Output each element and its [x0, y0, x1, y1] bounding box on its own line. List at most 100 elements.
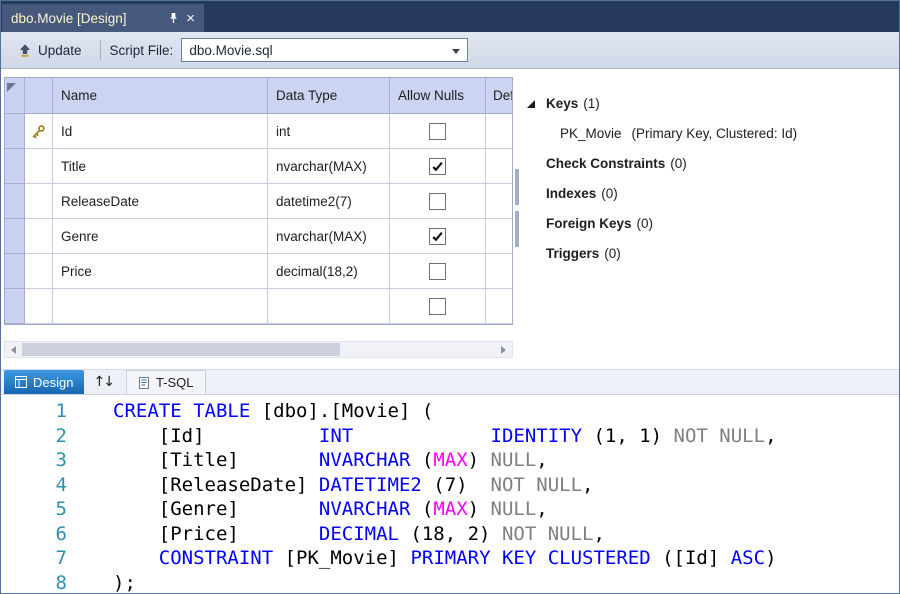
script-file-combobox[interactable]: dbo.Movie.sql	[181, 38, 468, 62]
data-type-cell[interactable]: decimal(18,2)	[268, 254, 390, 289]
grid-corner-cell[interactable]	[5, 78, 25, 114]
splitter-grip	[515, 211, 519, 247]
document-tab-bar: dbo.Movie [Design] ×	[1, 1, 899, 32]
close-icon[interactable]: ×	[186, 11, 195, 26]
props-section-count: (0)	[670, 156, 687, 171]
props-section-indexes[interactable]: Indexes(0)	[520, 183, 895, 204]
row-selector[interactable]	[5, 289, 25, 324]
column-name-cell[interactable]: Id	[53, 114, 268, 149]
horizontal-scrollbar[interactable]	[4, 341, 513, 358]
data-type-cell[interactable]: datetime2(7)	[268, 184, 390, 219]
allow-nulls-cell	[390, 149, 486, 184]
line-number: 5	[1, 497, 67, 522]
allow-nulls-checkbox[interactable]	[429, 298, 446, 315]
table-row[interactable]	[5, 289, 512, 324]
code-text: [Id] INT IDENTITY (1, 1) NOT NULL,	[113, 424, 777, 449]
props-section-foreign-keys[interactable]: Foreign Keys (0)	[520, 213, 895, 234]
code-line[interactable]: 6 [Price] DECIMAL (18, 2) NOT NULL,	[1, 522, 899, 547]
row-selector[interactable]	[5, 219, 25, 254]
code-text: CONSTRAINT [PK_Movie] PRIMARY KEY CLUSTE…	[113, 546, 777, 571]
data-type-cell[interactable]: nvarchar(MAX)	[268, 219, 390, 254]
table-designer-window: dbo.Movie [Design] × Update Script File:…	[0, 0, 900, 594]
default-cell[interactable]	[486, 114, 512, 149]
expanded-triangle-icon[interactable]	[526, 99, 546, 109]
data-type-cell[interactable]: nvarchar(MAX)	[268, 149, 390, 184]
row-selector[interactable]	[5, 184, 25, 219]
allow-nulls-checkbox[interactable]	[429, 263, 446, 280]
code-line[interactable]: 5 [Genre] NVARCHAR (MAX) NULL,	[1, 497, 899, 522]
line-number: 2	[1, 424, 67, 449]
grid-header-name[interactable]: Name	[53, 78, 268, 114]
table-row[interactable]: Genrenvarchar(MAX)	[5, 219, 512, 254]
props-section-count: (0)	[637, 216, 654, 231]
tab-tsql[interactable]: T-SQL	[126, 370, 206, 394]
tab-dbo-movie-design[interactable]: dbo.Movie [Design] ×	[2, 4, 204, 32]
default-cell[interactable]	[486, 254, 512, 289]
row-selector[interactable]	[5, 114, 25, 149]
key-cell	[25, 149, 53, 184]
props-section-keys[interactable]: Keys(1)	[520, 93, 895, 114]
props-section-count: (1)	[583, 96, 600, 111]
table-row[interactable]: Idint	[5, 114, 512, 149]
table-row[interactable]: Titlenvarchar(MAX)	[5, 149, 512, 184]
scroll-right-icon[interactable]	[495, 342, 512, 357]
grid-header-default[interactable]: Default	[486, 78, 512, 114]
code-line[interactable]: 4 [ReleaseDate] DATETIME2 (7) NOT NULL,	[1, 473, 899, 498]
props-item-pk-movie[interactable]: PK_Movie(Primary Key, Clustered: Id)	[560, 123, 895, 144]
tsql-editor[interactable]: 1CREATE TABLE [dbo].[Movie] (2 [Id] INT …	[1, 394, 899, 594]
line-number: 4	[1, 473, 67, 498]
code-line[interactable]: 2 [Id] INT IDENTITY (1, 1) NOT NULL,	[1, 424, 899, 449]
grid-header-data-type[interactable]: Data Type	[268, 78, 390, 114]
sql-script-icon	[138, 377, 150, 389]
document-tab-title: dbo.Movie [Design]	[11, 11, 164, 26]
default-cell[interactable]	[486, 184, 512, 219]
default-cell[interactable]	[486, 289, 512, 324]
corner-triangle-icon	[7, 80, 16, 95]
grid-header-allow-nulls[interactable]: Allow Nulls	[390, 78, 486, 114]
key-cell	[25, 184, 53, 219]
allow-nulls-cell	[390, 114, 486, 149]
props-section-check-constraints[interactable]: Check Constraints (0)	[520, 153, 895, 174]
code-line[interactable]: 8);	[1, 571, 899, 594]
update-button-label: Update	[38, 43, 82, 58]
default-cell[interactable]	[486, 219, 512, 254]
code-line[interactable]: 7 CONSTRAINT [PK_Movie] PRIMARY KEY CLUS…	[1, 546, 899, 571]
allow-nulls-cell	[390, 219, 486, 254]
line-number: 7	[1, 546, 67, 571]
allow-nulls-checkbox[interactable]	[429, 123, 446, 140]
table-row[interactable]: ReleaseDatedatetime2(7)	[5, 184, 512, 219]
tab-design[interactable]: Design	[4, 370, 84, 394]
bottom-pane-tab-bar: Design ↑↓ T-SQL	[1, 369, 899, 394]
allow-nulls-checkbox[interactable]	[429, 158, 446, 175]
swap-panes-icon[interactable]: ↑↓	[84, 370, 121, 394]
data-type-cell[interactable]	[268, 289, 390, 324]
code-text: [Price] DECIMAL (18, 2) NOT NULL,	[113, 522, 605, 547]
column-name-cell[interactable]: ReleaseDate	[53, 184, 268, 219]
props-section-triggers[interactable]: Triggers(0)	[520, 243, 895, 264]
column-name-cell[interactable]	[53, 289, 268, 324]
column-name-cell[interactable]: Price	[53, 254, 268, 289]
splitter-grip	[515, 169, 519, 205]
columns-grid: Name Data Type Allow Nulls Default Idint…	[4, 77, 513, 325]
update-button[interactable]: Update	[9, 39, 91, 62]
code-text: [ReleaseDate] DATETIME2 (7) NOT NULL,	[113, 473, 593, 498]
props-section-label: Check Constraints	[546, 156, 665, 171]
allow-nulls-cell	[390, 289, 486, 324]
column-name-cell[interactable]: Genre	[53, 219, 268, 254]
line-number: 1	[1, 399, 67, 424]
allow-nulls-checkbox[interactable]	[429, 228, 446, 245]
code-line[interactable]: 1CREATE TABLE [dbo].[Movie] (	[1, 399, 899, 424]
data-type-cell[interactable]: int	[268, 114, 390, 149]
scrollbar-thumb[interactable]	[22, 343, 340, 356]
row-selector[interactable]	[5, 254, 25, 289]
row-selector[interactable]	[5, 149, 25, 184]
props-item-name: PK_Movie	[560, 126, 622, 141]
table-row[interactable]: Pricedecimal(18,2)	[5, 254, 512, 289]
default-cell[interactable]	[486, 149, 512, 184]
scroll-left-icon[interactable]	[5, 342, 22, 357]
props-section-label: Foreign Keys	[546, 216, 632, 231]
column-name-cell[interactable]: Title	[53, 149, 268, 184]
pin-icon[interactable]	[168, 12, 179, 24]
allow-nulls-checkbox[interactable]	[429, 193, 446, 210]
code-line[interactable]: 3 [Title] NVARCHAR (MAX) NULL,	[1, 448, 899, 473]
